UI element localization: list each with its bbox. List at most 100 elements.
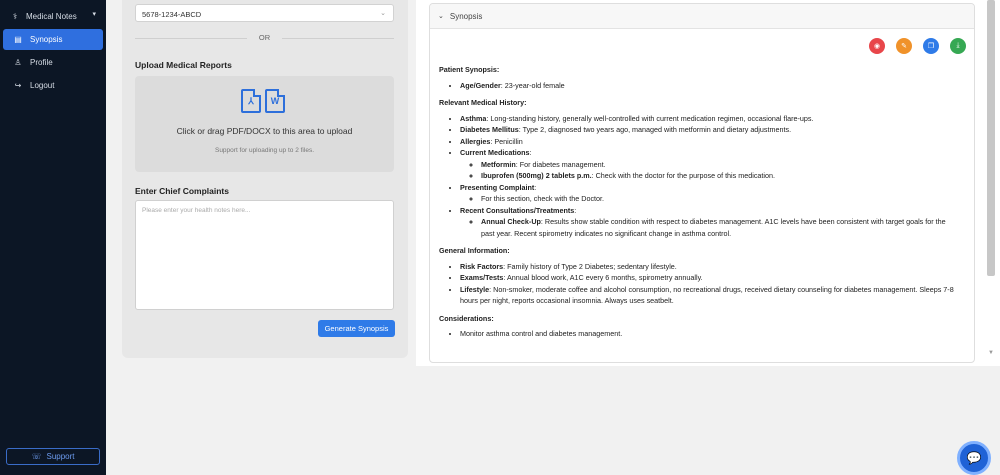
recent-colon: : bbox=[574, 205, 577, 215]
asthma-value: : Long-standing history, generally well-… bbox=[486, 113, 814, 123]
complaints-placeholder: Please enter your health notes here... bbox=[142, 207, 251, 214]
general-heading: General Information: bbox=[439, 246, 510, 255]
risk-value: : Family history of Type 2 Diabetes; sed… bbox=[503, 261, 677, 271]
medications-list: Metformin: For diabetes management. Ibup… bbox=[460, 159, 961, 182]
lifestyle-value: : Non-smoker, moderate coffee and alcoho… bbox=[460, 284, 954, 306]
synopsis-card: ⌄ Synopsis ◉ ✎ ❐ ⤓ Patient Synopsis: Age… bbox=[429, 3, 975, 363]
list-item: Exams/Tests: Annual blood work, A1C ever… bbox=[460, 272, 961, 284]
hide-icon[interactable]: ◉ bbox=[869, 38, 885, 54]
ibuprofen-value: : Check with the doctor for the purpose … bbox=[591, 171, 776, 180]
list-item: Annual Check-Up: Results show stable con… bbox=[481, 216, 961, 239]
copy-icon[interactable]: ❐ bbox=[923, 38, 939, 54]
patient-synopsis-heading: Patient Synopsis: bbox=[439, 65, 500, 74]
synopsis-actions: ◉ ✎ ❐ ⤓ bbox=[869, 38, 966, 54]
user-icon: ♙ bbox=[14, 58, 22, 67]
support-label: Support bbox=[46, 452, 75, 461]
synopsis-header-label: Synopsis bbox=[449, 11, 483, 21]
risk-label: Risk Factors bbox=[460, 261, 504, 271]
medications-colon: : bbox=[529, 148, 532, 157]
or-divider: OR bbox=[135, 33, 394, 43]
sidebar-item-label: Profile bbox=[30, 58, 53, 67]
presenting-colon: : bbox=[534, 182, 537, 192]
recent-label: Recent Consultations/Treatments bbox=[460, 205, 575, 215]
complaints-title: Enter Chief Complaints bbox=[135, 186, 229, 196]
generate-synopsis-button[interactable]: Generate Synopsis bbox=[318, 320, 395, 337]
clipboard-icon: ▤ bbox=[14, 35, 22, 44]
patient-id-select[interactable]: 5678-1234-ABCD ⌄ bbox=[135, 4, 394, 22]
history-list: Asthma: Long-standing history, generally… bbox=[439, 113, 961, 240]
checkup-label: Annual Check-Up bbox=[481, 217, 541, 226]
patient-id-value: 5678-1234-ABCD bbox=[142, 10, 202, 19]
considerations-heading: Considerations: bbox=[439, 313, 494, 323]
diabetes-label: Diabetes Mellitus bbox=[460, 125, 519, 134]
sidebar-group-medical-notes[interactable]: ⚕ Medical Notes ▾ bbox=[10, 9, 100, 23]
sidebar-group-label: Medical Notes bbox=[26, 11, 77, 21]
patient-list: Age/Gender: 23-year-old female bbox=[439, 80, 961, 92]
lifestyle-label: Lifestyle bbox=[460, 284, 490, 294]
upload-hint: Support for uploading up to 2 files. bbox=[214, 147, 314, 154]
consider-value: Monitor asthma control and diabetes mana… bbox=[460, 329, 623, 338]
chat-button[interactable]: 💬 bbox=[957, 441, 991, 475]
synopsis-content: Patient Synopsis: Age/Gender: 23-year-ol… bbox=[439, 64, 961, 346]
allergies-value: : Penicillin bbox=[490, 136, 523, 146]
list-item: Age/Gender: 23-year-old female bbox=[460, 80, 961, 92]
page-scrollbar[interactable] bbox=[987, 0, 995, 276]
pdf-file-icon: ⅄ bbox=[241, 89, 261, 113]
list-item: Ibuprofen (500mg) 2 tablets p.m.: Check … bbox=[481, 170, 961, 182]
list-item: For this section, check with the Doctor. bbox=[481, 193, 961, 205]
chevron-down-icon: ▾ bbox=[92, 11, 96, 18]
synopsis-collapse-header[interactable]: ⌄ Synopsis bbox=[430, 4, 974, 29]
age-value: : 23-year-old female bbox=[500, 80, 565, 90]
allergies-label: Allergies bbox=[460, 136, 491, 146]
metformin-value: : For diabetes management. bbox=[515, 159, 606, 169]
age-label: Age/Gender bbox=[460, 80, 501, 90]
exams-label: Exams/Tests bbox=[460, 273, 504, 282]
recent-list: Annual Check-Up: Results show stable con… bbox=[460, 216, 961, 239]
list-item: Allergies: Penicillin bbox=[460, 136, 961, 148]
list-item: Metformin: For diabetes management. bbox=[481, 159, 961, 171]
file-icons: ⅄ W bbox=[241, 89, 285, 113]
checkup-value: : Results show stable condition with res… bbox=[481, 217, 946, 238]
list-item: Lifestyle: Non-smoker, moderate coffee a… bbox=[460, 284, 961, 307]
sidebar-item-synopsis[interactable]: ▤ Synopsis bbox=[3, 29, 103, 50]
list-item: Presenting Complaint: For this section, … bbox=[460, 182, 961, 205]
support-button[interactable]: ☏ Support bbox=[6, 448, 100, 465]
presenting-list: For this section, check with the Doctor. bbox=[460, 193, 961, 205]
history-heading: Relevant Medical History: bbox=[439, 98, 527, 107]
metformin-label: Metformin bbox=[481, 159, 516, 169]
edit-icon[interactable]: ✎ bbox=[896, 38, 912, 54]
asthma-label: Asthma bbox=[460, 113, 487, 123]
input-panel: 5678-1234-ABCD ⌄ OR Upload Medical Repor… bbox=[122, 0, 408, 358]
list-item: Monitor asthma control and diabetes mana… bbox=[460, 328, 961, 340]
general-list: Risk Factors: Family history of Type 2 D… bbox=[439, 261, 961, 307]
list-item: Recent Consultations/Treatments: Annual … bbox=[460, 205, 961, 240]
sidebar-item-label: Logout bbox=[30, 81, 55, 90]
considerations-list: Monitor asthma control and diabetes mana… bbox=[439, 328, 961, 340]
download-icon[interactable]: ⤓ bbox=[950, 38, 966, 54]
chief-complaints-textarea[interactable]: Please enter your health notes here... bbox=[135, 200, 394, 310]
exams-value: : Annual blood work, A1C every 6 months,… bbox=[503, 273, 703, 282]
support-icon: ☏ bbox=[31, 452, 42, 461]
synopsis-panel: ⌄ Synopsis ◉ ✎ ❐ ⤓ Patient Synopsis: Age… bbox=[416, 0, 1000, 366]
list-item: Asthma: Long-standing history, generally… bbox=[460, 113, 961, 125]
sidebar-item-label: Synopsis bbox=[30, 35, 63, 44]
list-item: Current Medications: Metformin: For diab… bbox=[460, 147, 961, 182]
list-item: Diabetes Mellitus: Type 2, diagnosed two… bbox=[460, 124, 961, 136]
sidebar: ⚕ Medical Notes ▾ ▤ Synopsis ♙ Profile ↪… bbox=[0, 0, 106, 475]
medications-label: Current Medications bbox=[460, 148, 530, 157]
scroll-down-icon[interactable]: ▼ bbox=[988, 350, 994, 356]
chat-icon: 💬 bbox=[966, 451, 982, 465]
chevron-down-icon: ⌄ bbox=[380, 10, 386, 17]
upload-dropzone[interactable]: ⅄ W Click or drag PDF/DOCX to this area … bbox=[135, 76, 394, 172]
ibuprofen-label: Ibuprofen (500mg) 2 tablets p.m. bbox=[481, 171, 592, 180]
word-file-icon: W bbox=[265, 89, 285, 113]
logout-icon: ↪ bbox=[14, 81, 22, 90]
upload-instructions: Click or drag PDF/DOCX to this area to u… bbox=[176, 126, 353, 136]
upload-title: Upload Medical Reports bbox=[135, 60, 232, 70]
diabetes-value: : Type 2, diagnosed two years ago, manag… bbox=[518, 125, 792, 134]
chevron-down-icon: ⌄ bbox=[438, 13, 444, 20]
sidebar-item-profile[interactable]: ♙ Profile bbox=[3, 52, 103, 73]
sidebar-item-logout[interactable]: ↪ Logout bbox=[3, 75, 103, 96]
medical-notes-icon: ⚕ bbox=[12, 11, 18, 21]
presenting-value: For this section, check with the Doctor. bbox=[481, 194, 605, 203]
